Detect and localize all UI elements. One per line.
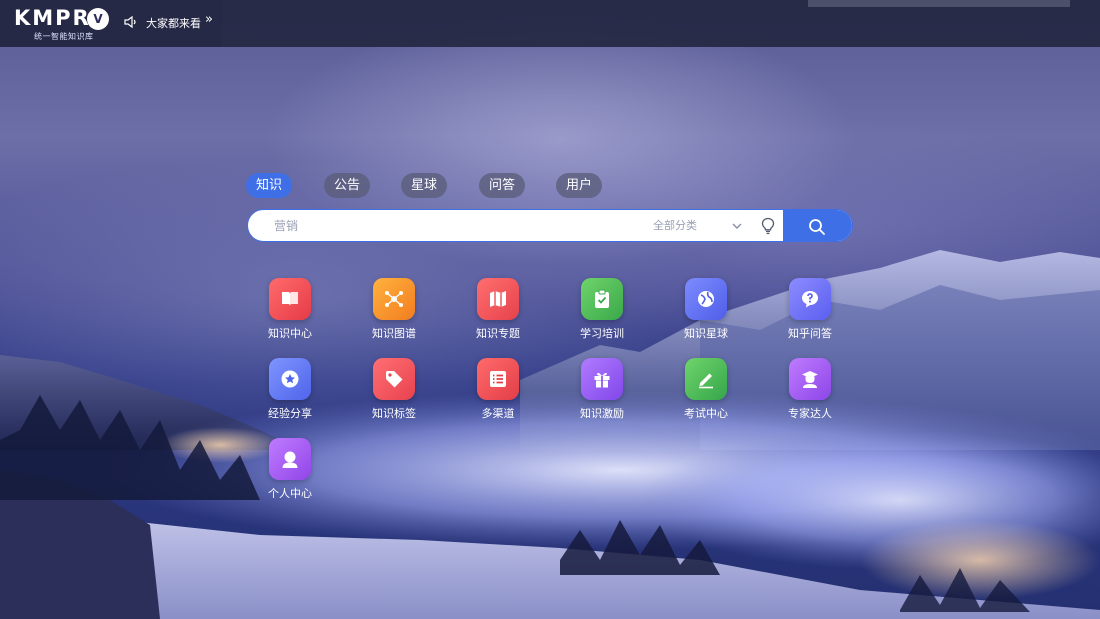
app-label: 多渠道 — [481, 407, 515, 420]
app-knowledge-graph[interactable]: 知识图谱 — [355, 278, 435, 342]
app-label: 考试中心 — [684, 407, 728, 420]
app-label: 知识星球 — [684, 327, 728, 340]
logo-badge: V — [87, 8, 109, 30]
app-label: 知识图谱 — [372, 327, 416, 340]
tab-qa[interactable]: 问答 — [479, 173, 526, 198]
app-label: 知乎问答 — [788, 327, 832, 340]
app-knowledge-planet[interactable]: 知识星球 — [667, 278, 747, 342]
tab-planet[interactable]: 星球 — [401, 173, 448, 198]
category-select[interactable]: 全部分类 — [653, 210, 697, 241]
pencil-icon — [699, 373, 713, 389]
list-icon — [490, 371, 506, 387]
app-personal-center[interactable]: 个人中心 — [251, 438, 331, 502]
app-icon-bg — [373, 278, 415, 320]
app-icon-bg — [477, 278, 519, 320]
notice-link[interactable]: 大家都来看 — [146, 15, 201, 31]
chevron-down-icon[interactable] — [731, 220, 743, 232]
app-label: 学习培训 — [580, 327, 624, 340]
logo-subtitle: 统一智能知识库 — [34, 32, 94, 41]
app-label: 个人中心 — [268, 487, 312, 500]
question-icon — [802, 291, 818, 308]
top-bar: KMPRO V 统一智能知识库 大家都来看 » — [0, 0, 1100, 47]
app-icon-bg — [269, 358, 311, 400]
app-icon-bg — [269, 438, 311, 480]
speaker-icon — [124, 15, 136, 29]
lightbulb-icon[interactable] — [760, 217, 776, 235]
background-landscape — [0, 0, 1100, 619]
app-label: 知识标签 — [372, 407, 416, 420]
app-multi-channel[interactable]: 多渠道 — [459, 358, 539, 422]
app-knowledge-tags[interactable]: 知识标签 — [355, 358, 435, 422]
app-label: 知识中心 — [268, 327, 312, 340]
top-strip — [808, 0, 1070, 7]
map-icon — [490, 291, 506, 307]
tab-knowledge[interactable]: 知识 — [246, 173, 293, 198]
globe-icon — [698, 291, 714, 307]
search-button[interactable] — [783, 210, 852, 241]
app-label: 知识专题 — [476, 327, 520, 340]
search-icon — [809, 219, 825, 235]
app-icon-bg — [581, 278, 623, 320]
expert-icon — [802, 371, 818, 388]
graph-icon — [385, 291, 403, 307]
brand-area: KMPRO V 统一智能知识库 大家都来看 » — [0, 0, 222, 47]
app-exam-center[interactable]: 考试中心 — [667, 358, 747, 422]
user-icon — [282, 451, 298, 468]
notice-more-button[interactable]: » — [205, 12, 213, 27]
star-badge-icon — [281, 370, 299, 388]
app-experience-sharing[interactable]: 经验分享 — [251, 358, 331, 422]
app-label: 知识激励 — [580, 407, 624, 420]
app-zhihu-qa[interactable]: 知乎问答 — [771, 278, 851, 342]
app-knowledge-center[interactable]: 知识中心 — [251, 278, 331, 342]
search-bar: 全部分类 — [247, 209, 853, 242]
tag-icon — [386, 371, 403, 388]
app-knowledge-incentive[interactable]: 知识激励 — [563, 358, 643, 422]
app-knowledge-topics[interactable]: 知识专题 — [459, 278, 539, 342]
app-icon-bg — [477, 358, 519, 400]
app-icon-bg — [581, 358, 623, 400]
app-expert-talent[interactable]: 专家达人 — [771, 358, 851, 422]
mountain-landscape — [0, 250, 1100, 619]
app-icon-bg — [373, 358, 415, 400]
gift-icon — [594, 372, 610, 388]
app-icon-bg — [685, 358, 727, 400]
book-icon — [282, 292, 298, 306]
app-icon-bg — [789, 278, 831, 320]
app-icon-bg — [685, 278, 727, 320]
app-learning-training[interactable]: 学习培训 — [563, 278, 643, 342]
app-icon-bg — [269, 278, 311, 320]
app-icon-bg — [789, 358, 831, 400]
app-label: 经验分享 — [268, 407, 312, 420]
search-input[interactable] — [262, 210, 622, 241]
clipboard-check-icon — [595, 289, 609, 308]
app-label: 专家达人 — [788, 407, 832, 420]
tab-announcement[interactable]: 公告 — [324, 173, 371, 198]
tab-users[interactable]: 用户 — [556, 173, 603, 198]
kmpro-logo[interactable]: KMPRO V 统一智能知识库 — [14, 6, 114, 42]
